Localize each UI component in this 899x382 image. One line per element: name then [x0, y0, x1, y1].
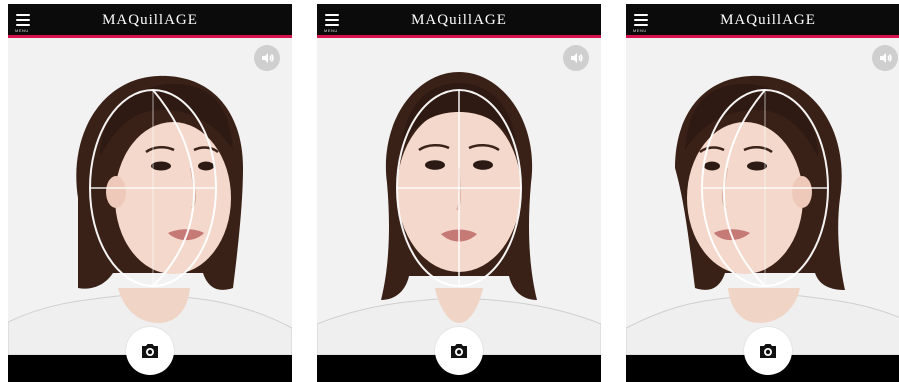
brand-logo: MAQuillAGE [411, 12, 507, 28]
camera-viewport [317, 38, 601, 355]
camera-icon [142, 344, 158, 358]
speaker-icon [571, 53, 583, 63]
capture-button[interactable] [744, 327, 792, 375]
camera-screen-right-turn: MENU MAQuillAGE [626, 4, 899, 382]
camera-icon [760, 344, 776, 358]
face-preview [8, 38, 292, 355]
face-preview [626, 38, 899, 355]
camera-screen-front: MENU MAQuillAGE [317, 4, 601, 382]
app-header: MENU MAQuillAGE [626, 4, 899, 38]
camera-screen-left-turn: MENU MAQuillAGE [8, 4, 292, 382]
camera-icon [451, 344, 467, 358]
capture-button[interactable] [435, 327, 483, 375]
app-header: MENU MAQuillAGE [317, 4, 601, 38]
speaker-icon [262, 53, 274, 63]
speaker-icon [880, 53, 892, 63]
capture-button[interactable] [126, 327, 174, 375]
sound-button[interactable] [563, 45, 589, 71]
brand-logo: MAQuillAGE [720, 12, 816, 28]
camera-viewport [626, 38, 899, 355]
app-header: MENU MAQuillAGE [8, 4, 292, 38]
brand-logo: MAQuillAGE [102, 12, 198, 28]
camera-viewport [8, 38, 292, 355]
face-preview [317, 38, 601, 355]
sound-button[interactable] [254, 45, 280, 71]
sound-button[interactable] [872, 45, 898, 71]
